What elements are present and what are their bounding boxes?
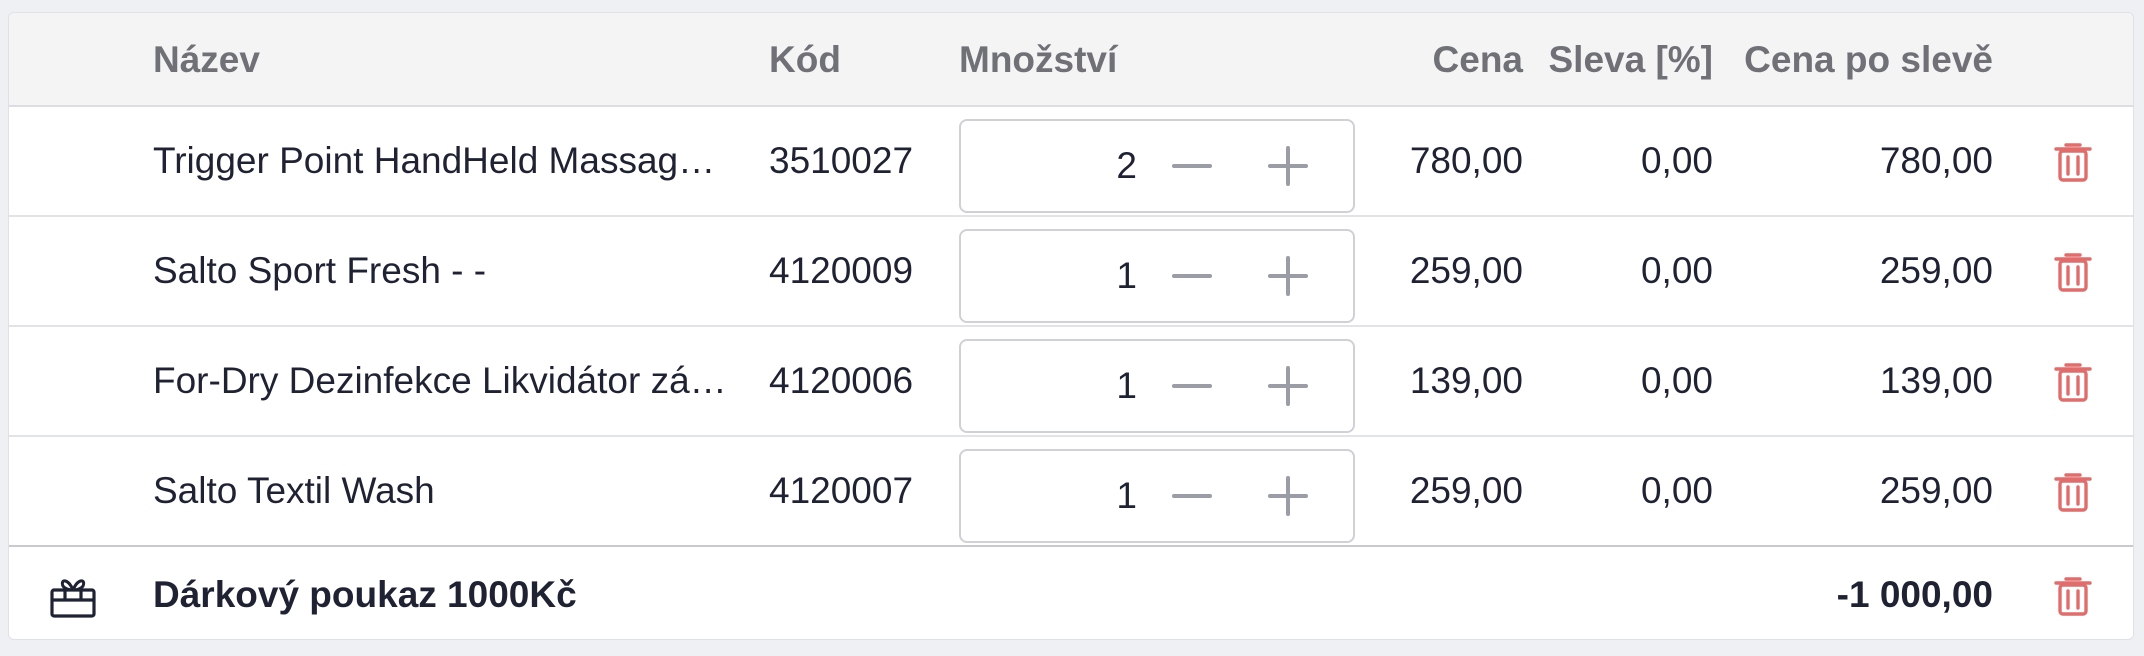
trash-icon[interactable] [2051,359,2095,403]
column-header-code: Kód [769,39,841,80]
item-code: 4120009 [769,250,914,291]
quantity-stepper[interactable]: 1 [959,449,1355,543]
item-final-price: 259,00 [1879,470,1993,511]
item-name: Salto Sport Fresh - - [153,250,487,291]
column-header-final-price: Cena po slevě [1744,39,1993,80]
item-discount: 0,00 [1640,140,1713,181]
minus-icon[interactable] [1168,252,1216,300]
item-code: 4120006 [769,360,914,401]
item-discount: 0,00 [1640,360,1713,401]
item-final-price: 780,00 [1879,140,1993,181]
minus-icon[interactable] [1168,142,1216,190]
plus-icon[interactable] [1264,472,1312,520]
table-row: For-Dry Dezinfekce Likvidátor zá… 412000… [9,327,2133,437]
cart-items-table: Název Kód Množství Cena Sleva [%] Cena p… [8,12,2134,640]
item-final-price: 259,00 [1879,250,1993,291]
quantity-value[interactable]: 1 [1017,451,1137,541]
column-header-name: Název [153,39,260,80]
table-row: Salto Textil Wash 4120007 1 259,00 0,00 … [9,437,2133,547]
voucher-amount: -1 000,00 [1836,574,1993,615]
trash-icon[interactable] [2051,469,2095,513]
item-price: 259,00 [1409,470,1523,511]
item-name: Trigger Point HandHeld Massag… [153,140,716,181]
trash-icon[interactable] [2051,139,2095,183]
item-code: 3510027 [769,140,914,181]
quantity-value[interactable]: 1 [1017,231,1137,321]
quantity-stepper[interactable]: 1 [959,229,1355,323]
item-discount: 0,00 [1640,250,1713,291]
table-row: Trigger Point HandHeld Massag… 3510027 2… [9,107,2133,217]
voucher-name: Dárkový poukaz 1000Kč [153,574,577,615]
quantity-stepper[interactable]: 2 [959,119,1355,213]
trash-icon[interactable] [2051,573,2095,617]
gift-icon [50,579,96,618]
minus-icon[interactable] [1168,472,1216,520]
table-header: Název Kód Množství Cena Sleva [%] Cena p… [9,13,2133,107]
item-price: 139,00 [1409,360,1523,401]
plus-icon[interactable] [1264,362,1312,410]
item-code: 4120007 [769,470,914,511]
quantity-value[interactable]: 1 [1017,341,1137,431]
item-price: 259,00 [1409,250,1523,291]
plus-icon[interactable] [1264,142,1312,190]
item-price: 780,00 [1409,140,1523,181]
quantity-value[interactable]: 2 [1017,121,1137,211]
item-name: Salto Textil Wash [153,470,435,511]
minus-icon[interactable] [1168,362,1216,410]
item-final-price: 139,00 [1879,360,1993,401]
table-row: Salto Sport Fresh - - 4120009 1 259,00 0… [9,217,2133,327]
trash-icon[interactable] [2051,249,2095,293]
quantity-stepper[interactable]: 1 [959,339,1355,433]
item-name: For-Dry Dezinfekce Likvidátor zá… [153,360,727,401]
column-header-quantity: Množství [959,39,1118,80]
column-header-discount: Sleva [%] [1548,39,1713,80]
column-header-price: Cena [1432,39,1523,80]
plus-icon[interactable] [1264,252,1312,300]
voucher-row: Dárkový poukaz 1000Kč -1 000,00 [9,549,2133,639]
item-discount: 0,00 [1640,470,1713,511]
